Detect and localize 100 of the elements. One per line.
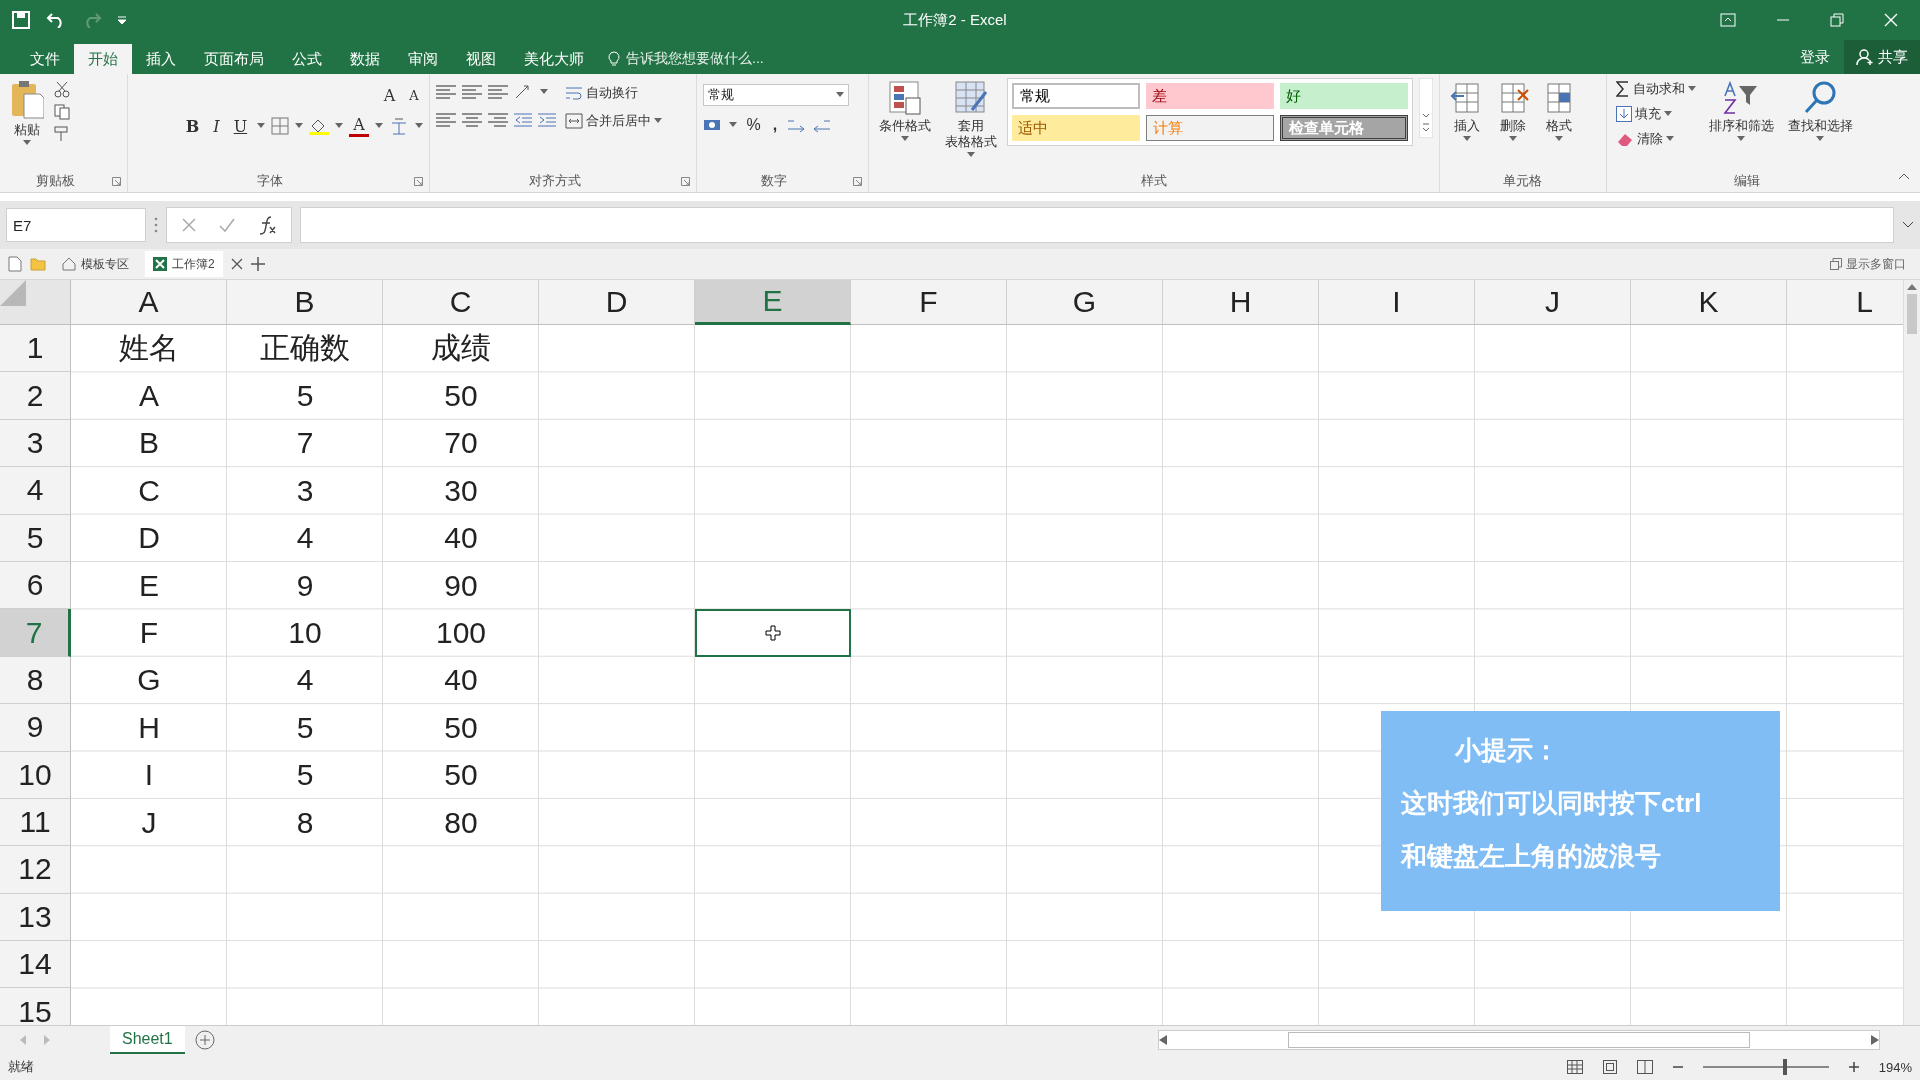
formula-input[interactable] <box>300 207 1894 243</box>
copy-icon[interactable] <box>54 104 70 120</box>
column-header[interactable]: K <box>1631 280 1787 325</box>
align-bottom-icon[interactable] <box>487 84 508 100</box>
percent-button[interactable]: % <box>743 114 764 136</box>
italic-button[interactable]: I <box>209 116 224 136</box>
row-header[interactable]: 5 <box>0 514 71 562</box>
format-button[interactable]: 格式 <box>1538 78 1581 144</box>
align-left-icon[interactable] <box>435 112 456 128</box>
page-layout-icon[interactable] <box>1602 1060 1617 1074</box>
caret-icon[interactable] <box>901 136 910 142</box>
bold-button[interactable]: B <box>181 116 204 136</box>
ribbon-tab[interactable]: 美化大师 <box>510 44 598 74</box>
row-header[interactable]: 4 <box>0 467 71 515</box>
sheet-tab[interactable]: Sheet1 <box>110 1026 185 1054</box>
row-header[interactable]: 9 <box>0 704 71 752</box>
shrink-font-button[interactable]: A <box>405 88 423 103</box>
wrap-text-button[interactable]: 自动换行 <box>561 82 665 104</box>
align-top-icon[interactable] <box>435 84 456 100</box>
tell-me-field[interactable]: 告诉我您想要做什么... <box>626 50 764 68</box>
row-header[interactable]: 1 <box>0 325 71 373</box>
row-header[interactable]: 12 <box>0 846 71 894</box>
dialog-launcher-icon[interactable] <box>112 176 122 186</box>
ribbon-tab[interactable]: 文件 <box>16 44 74 74</box>
customize-icon[interactable] <box>118 16 126 24</box>
close-tab-icon[interactable] <box>230 258 243 270</box>
column-header[interactable]: G <box>1007 280 1163 325</box>
fill-button[interactable]: 填充 <box>1612 103 1699 125</box>
caret-icon[interactable] <box>1463 136 1472 142</box>
column-header[interactable]: C <box>383 280 539 325</box>
number-format-dropdown[interactable]: 常规 <box>703 84 850 106</box>
new-tab-icon[interactable] <box>250 257 265 271</box>
column-header[interactable]: E <box>695 280 851 325</box>
ribbon-tab[interactable]: 插入 <box>132 44 190 74</box>
underline-button[interactable]: U <box>229 116 252 136</box>
page-break-icon[interactable] <box>1636 1060 1653 1074</box>
home-tab[interactable]: 模板专区 <box>54 251 137 277</box>
merge-center-button[interactable]: 合并后居中 <box>561 110 665 132</box>
multi-window-button[interactable]: 显示多窗口 <box>1824 254 1912 274</box>
column-header[interactable]: J <box>1475 280 1631 325</box>
paste-button[interactable]: 粘贴 <box>6 78 48 148</box>
autosum-button[interactable]: 自动求和 <box>1612 78 1699 100</box>
row-header[interactable]: 2 <box>0 372 71 420</box>
caret-icon[interactable] <box>1663 111 1672 117</box>
align-right-icon[interactable] <box>487 112 508 128</box>
ribbon-tab[interactable]: 审阅 <box>394 44 452 74</box>
format-painter-icon[interactable] <box>54 126 70 142</box>
delete-button[interactable]: 删除 <box>1492 78 1535 144</box>
row-header[interactable]: 10 <box>0 751 71 799</box>
restore-icon[interactable] <box>1830 13 1844 27</box>
scroll-thumb[interactable] <box>1907 294 1917 334</box>
find-select-button[interactable]: 查找和选择 <box>1783 78 1857 144</box>
caret-icon[interactable] <box>295 123 304 129</box>
column-header[interactable]: L <box>1787 280 1903 325</box>
font-color-button[interactable]: A <box>349 115 369 137</box>
add-sheet-icon[interactable] <box>194 1030 215 1050</box>
ribbon-tab[interactable]: 公式 <box>278 44 336 74</box>
row-header[interactable]: 13 <box>0 893 71 942</box>
sign-in-link[interactable]: 登录 <box>1786 40 1844 74</box>
ribbon-tab[interactable]: 页面布局 <box>190 44 278 74</box>
drag-handle-icon[interactable] <box>154 217 158 233</box>
grow-font-button[interactable]: A <box>379 86 400 105</box>
workbook-tab[interactable]: 工作簿2 <box>145 251 223 277</box>
caret-icon[interactable] <box>1737 136 1746 142</box>
zoom-level[interactable]: 194% <box>1878 1059 1912 1075</box>
caret-icon[interactable] <box>1816 136 1825 142</box>
caret-icon[interactable] <box>1665 136 1674 142</box>
conditional-format-button[interactable]: 条件格式 <box>875 78 936 144</box>
ribbon-tab[interactable]: 数据 <box>336 44 394 74</box>
column-header[interactable]: D <box>539 280 695 325</box>
fill-color-icon[interactable] <box>309 117 330 135</box>
column-header[interactable]: I <box>1319 280 1475 325</box>
row-header[interactable]: 14 <box>0 941 71 989</box>
caret-icon[interactable] <box>836 92 845 98</box>
scroll-right-icon[interactable] <box>1871 1035 1879 1045</box>
caret-icon[interactable] <box>1509 136 1518 142</box>
scroll-left-icon[interactable] <box>1159 1035 1167 1045</box>
caret-icon[interactable] <box>257 123 266 129</box>
lightbulb-icon[interactable] <box>608 51 620 67</box>
scroll-up-icon[interactable] <box>1907 284 1917 290</box>
cut-icon[interactable] <box>54 82 70 98</box>
column-header[interactable]: B <box>227 280 383 325</box>
insert-button[interactable]: 插入 <box>1446 78 1489 144</box>
row-header[interactable]: 7 <box>0 609 71 657</box>
caret-icon[interactable] <box>335 123 344 129</box>
cell-style-option[interactable]: 差 <box>1146 83 1275 109</box>
function-icon[interactable] <box>257 215 277 235</box>
clear-button[interactable]: 清除 <box>1612 128 1699 150</box>
caret-icon[interactable] <box>1555 136 1564 142</box>
new-file-icon[interactable] <box>8 256 22 272</box>
name-box[interactable]: E7 <box>6 208 146 242</box>
row-header[interactable]: 3 <box>0 419 71 468</box>
zoom-slider-thumb[interactable] <box>1783 1059 1788 1075</box>
cell-style-option[interactable]: 适中 <box>1012 115 1141 141</box>
caret-icon[interactable] <box>539 89 548 95</box>
column-header[interactable]: F <box>851 280 1007 325</box>
row-header[interactable]: 8 <box>0 656 71 705</box>
borders-icon[interactable] <box>271 117 290 135</box>
dialog-launcher-icon[interactable] <box>681 176 691 186</box>
column-header[interactable]: A <box>71 280 227 325</box>
